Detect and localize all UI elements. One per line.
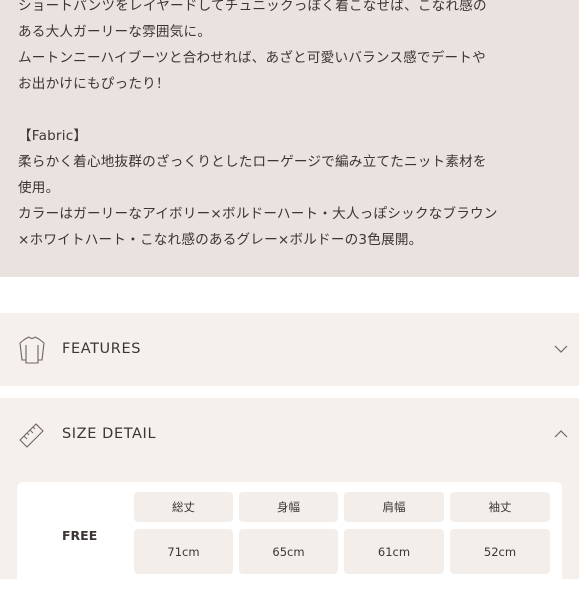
size-detail-label: SIZE DETAIL [62,426,157,442]
size-table: FREE 総丈 身幅 肩幅 袖丈 71cm 65cm 61cm 52cm [17,482,562,592]
size-value-cell: 52cm [450,529,550,574]
section-gap [0,277,579,313]
description-text: ショートパンツをレイヤードしてチュニックっぽく着こなせば、こなれ感の ある大人ガ… [18,0,498,248]
chevron-down-icon [554,345,568,353]
size-row-label: FREE [62,528,98,543]
size-header-cell: 身幅 [239,492,338,522]
chevron-up-icon [554,430,568,438]
section-divider [0,386,579,398]
size-detail-accordion-header[interactable]: SIZE DETAIL [0,398,579,471]
features-accordion-header[interactable]: FEATURES [0,313,579,386]
size-header-cell: 袖丈 [450,492,550,522]
sweater-icon [19,336,45,364]
size-header-cell: 総丈 [134,492,233,522]
ruler-icon [19,423,44,448]
size-value-cell: 65cm [239,529,338,574]
size-value-cell: 61cm [344,529,444,574]
features-label: FEATURES [62,341,142,357]
size-value-cell: 71cm [134,529,233,574]
product-description: ショートパンツをレイヤードしてチュニックっぽく着こなせば、こなれ感の ある大人ガ… [0,0,579,277]
size-header-cell: 肩幅 [344,492,444,522]
size-detail-section: SIZE DETAIL FREE 総丈 身幅 肩幅 袖丈 71cm 65cm 6… [0,398,579,592]
